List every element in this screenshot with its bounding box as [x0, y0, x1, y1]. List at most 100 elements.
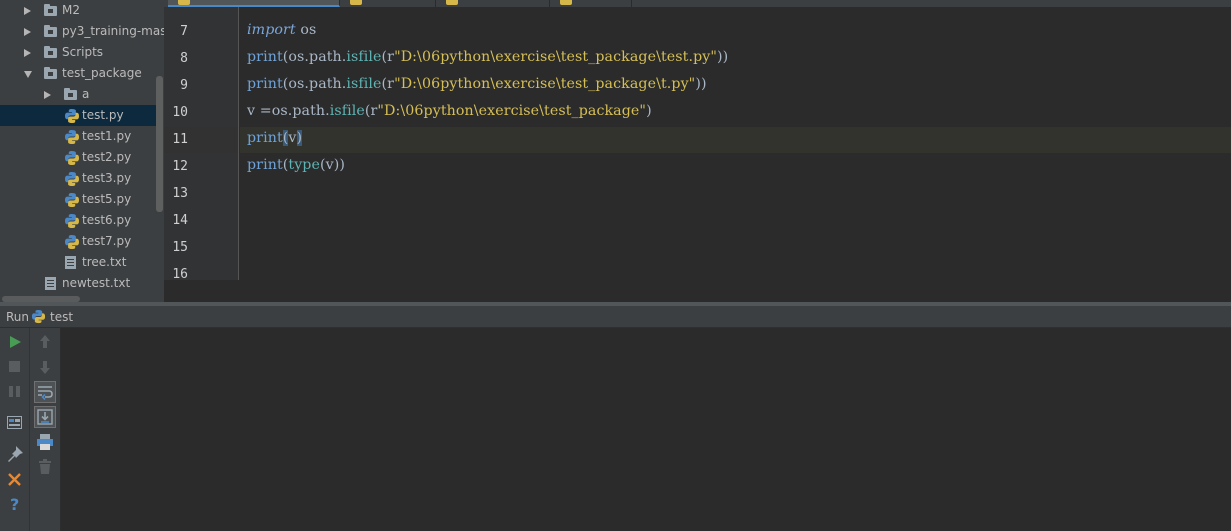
tree-item-label: test.py — [82, 108, 124, 122]
python-file-icon — [64, 108, 80, 124]
code-builtin: print — [247, 157, 283, 173]
scroll-to-end-button[interactable] — [34, 406, 56, 428]
line-number: 8 — [180, 51, 188, 66]
line-number: 11 — [172, 132, 188, 147]
tree-item-test6-py[interactable]: test6.py — [0, 210, 156, 231]
tree-item-py3-training-mast[interactable]: py3_training-mast — [0, 21, 164, 42]
editor-tab-3[interactable] — [436, 0, 550, 7]
tree-item-newtest-txt[interactable]: newtest.txt — [0, 273, 156, 294]
run-panel-header: Run test — [0, 306, 1231, 328]
code-text: ) — [646, 103, 652, 119]
run-panel-title: Run — [6, 310, 30, 324]
tree-item-label: newtest.txt — [62, 276, 131, 290]
pause-icon[interactable] — [4, 381, 26, 403]
tree-item-label: test1.py — [82, 129, 132, 143]
print-icon[interactable] — [34, 431, 56, 453]
line-number: 15 — [172, 240, 188, 255]
chevron-down-icon[interactable] — [24, 71, 32, 78]
trash-icon[interactable] — [34, 456, 56, 478]
tree-scrollbar[interactable] — [156, 76, 163, 212]
line-number: 13 — [172, 186, 188, 201]
code-string: "D:\06python\exercise\test_package\test.… — [394, 49, 717, 65]
chevron-right-icon[interactable] — [24, 28, 31, 36]
tree-item-a[interactable]: a — [0, 84, 156, 105]
run-console-output[interactable] — [61, 328, 1231, 531]
editor-tab-4[interactable] — [550, 0, 632, 7]
code-text: os — [295, 22, 317, 38]
tree-item-test2-py[interactable]: test2.py — [0, 147, 156, 168]
editor-tab-test-py[interactable] — [168, 0, 340, 7]
down-arrow-icon[interactable] — [34, 356, 56, 378]
soft-wrap-button[interactable] — [34, 381, 56, 403]
tree-item-label: M2 — [62, 3, 80, 17]
pin-icon[interactable] — [4, 443, 26, 465]
code-text: (r — [364, 103, 378, 119]
tree-item-label: Scripts — [62, 45, 104, 59]
editor-empty-area — [164, 280, 1231, 304]
run-config-name: test — [50, 310, 74, 324]
python-file-icon — [178, 0, 190, 5]
tree-item-test5-py[interactable]: test5.py — [0, 189, 156, 210]
close-icon[interactable] — [4, 469, 26, 491]
line-number: 9 — [180, 78, 188, 93]
help-icon[interactable]: ? — [4, 493, 26, 515]
tree-item-label: test5.py — [82, 192, 132, 206]
tree-item-label: a — [82, 87, 90, 101]
line-number: 12 — [172, 159, 188, 174]
run-icon[interactable] — [4, 331, 26, 353]
tree-item-test1-py[interactable]: test1.py — [0, 126, 156, 147]
code-function: type — [288, 157, 320, 173]
chevron-right-icon[interactable] — [24, 7, 31, 15]
python-file-icon — [64, 213, 80, 229]
folder-icon — [44, 4, 57, 16]
python-file-icon — [64, 150, 80, 166]
tree-item-label: tree.txt — [82, 255, 127, 269]
code-line[interactable]: print(type(v)) — [247, 157, 345, 173]
stop-icon[interactable] — [4, 356, 26, 378]
tree-item-test-py[interactable]: test.py — [0, 105, 156, 126]
code-editor[interactable]: import os print(os.path.isfile(r"D:\06pyt… — [240, 7, 1231, 280]
tree-item-m2[interactable]: M2 — [0, 0, 156, 21]
python-file-icon — [350, 0, 362, 5]
svg-text:?: ? — [10, 495, 19, 514]
code-builtin: print — [247, 130, 283, 146]
line-number: 14 — [172, 213, 188, 228]
tree-item-test-package[interactable]: test_package — [0, 63, 156, 84]
code-keyword: import — [247, 22, 296, 38]
python-file-icon — [560, 0, 572, 5]
soft-wrap-icon — [38, 386, 53, 401]
tree-item-label: py3_training-mast — [62, 24, 164, 38]
code-text: (v)) — [320, 157, 346, 173]
code-text: (r — [381, 49, 395, 65]
editor-tab-2[interactable] — [340, 0, 436, 7]
line-number: 16 — [172, 267, 188, 280]
tree-item-label: test2.py — [82, 150, 132, 164]
tree-item-scripts[interactable]: Scripts — [0, 42, 156, 63]
code-line[interactable]: print(os.path.isfile(r"D:\06python\exerc… — [247, 76, 707, 92]
up-arrow-icon[interactable] — [34, 331, 56, 353]
python-file-icon — [64, 192, 80, 208]
tree-item-label: test3.py — [82, 171, 132, 185]
code-line[interactable]: print(os.path.isfile(r"D:\06python\exerc… — [247, 49, 728, 65]
code-line[interactable]: print(v) — [247, 130, 303, 146]
code-line[interactable]: import os — [247, 22, 316, 38]
tree-item-test7-py[interactable]: test7.py — [0, 231, 156, 252]
code-text: )) — [695, 76, 707, 92]
line-number: 7 — [180, 24, 188, 39]
code-string: "D:\06python\exercise\test_package\t.py" — [394, 76, 696, 92]
layout-icon[interactable] — [4, 412, 26, 434]
python-file-icon — [64, 234, 80, 250]
code-function: isfile — [346, 76, 382, 92]
python-file-icon — [64, 171, 80, 187]
tree-item-label: test6.py — [82, 213, 132, 227]
chevron-right-icon[interactable] — [24, 49, 31, 57]
project-tree-panel: M2 py3_training-mast Scripts test_package a t… — [0, 0, 164, 304]
code-builtin: print — [247, 49, 283, 65]
chevron-right-icon[interactable] — [44, 91, 51, 99]
code-line[interactable]: v =os.path.isfile(r"D:\06python\exercise… — [247, 103, 652, 119]
tree-item-test3-py[interactable]: test3.py — [0, 168, 156, 189]
editor-tab-bar — [164, 0, 1231, 7]
folder-icon — [64, 88, 77, 100]
code-text: (r — [381, 76, 395, 92]
tree-item-tree-txt[interactable]: tree.txt — [0, 252, 156, 273]
